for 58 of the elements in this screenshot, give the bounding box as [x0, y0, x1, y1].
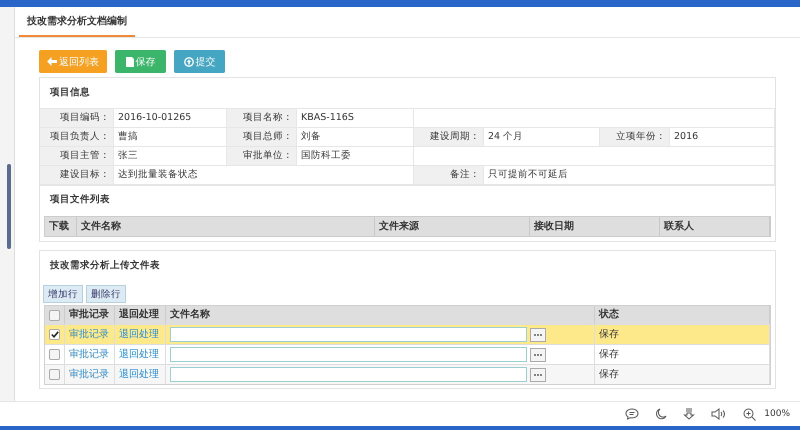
field-label: 项目编码：	[40, 109, 114, 128]
field-label: 项目总师：	[227, 128, 297, 147]
column-header: 文件名称	[166, 306, 595, 324]
column-header: 接收日期	[530, 217, 660, 236]
column-header: 状态	[595, 306, 770, 324]
arrow-left-icon	[47, 57, 57, 66]
field-label: 项目主管：	[40, 147, 114, 166]
field-value: 达到批量装备状态	[114, 166, 414, 185]
field-value: 只可提前不可延后	[484, 166, 775, 185]
field-value: KBAS-116S	[297, 109, 414, 128]
checkbox[interactable]	[49, 329, 60, 340]
moon-icon[interactable]	[655, 408, 668, 420]
section-title: 项目文件列表	[40, 185, 775, 214]
field-value: 2016	[670, 128, 775, 147]
section-title: 技改需求分析上传文件表	[48, 258, 161, 273]
checkbox[interactable]	[49, 349, 60, 360]
browse-button[interactable]	[530, 368, 546, 382]
file-name-field[interactable]	[170, 327, 527, 342]
file-name-field[interactable]	[170, 367, 527, 382]
approval-record-link[interactable]: 审批记录	[69, 345, 109, 364]
return-link[interactable]: 退回处理	[119, 345, 159, 364]
chat-icon[interactable]	[625, 408, 640, 420]
column-header: 下载	[45, 217, 77, 236]
column-header: 审批记录	[65, 306, 115, 324]
section-title: 项目信息	[48, 86, 91, 100]
field-label: 项目名称：	[227, 109, 297, 128]
add-row-button[interactable]: 增加行	[43, 285, 83, 303]
status-cell: 保存	[595, 344, 770, 364]
submit-button[interactable]: 提交	[174, 50, 225, 73]
page-tab[interactable]: 技改需求分析文档编制	[19, 7, 135, 37]
field-label: 建设周期：	[414, 128, 484, 147]
field-label: 立项年份：	[600, 128, 670, 147]
document-icon	[126, 56, 134, 66]
save-button[interactable]: 保存	[115, 50, 166, 73]
field-label: 备注：	[414, 166, 484, 185]
delete-row-button[interactable]: 删除行	[86, 285, 126, 303]
splitter-handle[interactable]	[7, 164, 11, 249]
column-header: 文件来源	[375, 217, 530, 236]
field-label: 建设目标：	[40, 166, 114, 185]
browse-button[interactable]	[530, 328, 546, 342]
status-cell: 保存	[595, 324, 770, 344]
upload-circle-icon	[184, 56, 194, 66]
status-cell: 保存	[595, 364, 770, 384]
speaker-icon[interactable]	[711, 408, 728, 420]
field-label: 项目负责人：	[40, 128, 114, 147]
checkbox[interactable]	[49, 310, 60, 320]
column-header: 联系人	[660, 217, 770, 236]
field-value: 国防科工委	[297, 147, 414, 166]
column-header: 文件名称	[77, 217, 375, 236]
checkbox[interactable]	[49, 369, 60, 380]
field-label: 审批单位：	[227, 147, 297, 166]
download-icon[interactable]	[683, 408, 696, 420]
file-name-field[interactable]	[170, 347, 527, 362]
zoom-level[interactable]: 100%	[764, 409, 790, 419]
column-header: 退回处理	[115, 306, 166, 324]
back-button[interactable]: 返回列表	[39, 50, 107, 73]
browse-button[interactable]	[530, 348, 546, 362]
zoom-in-icon[interactable]	[743, 408, 756, 420]
